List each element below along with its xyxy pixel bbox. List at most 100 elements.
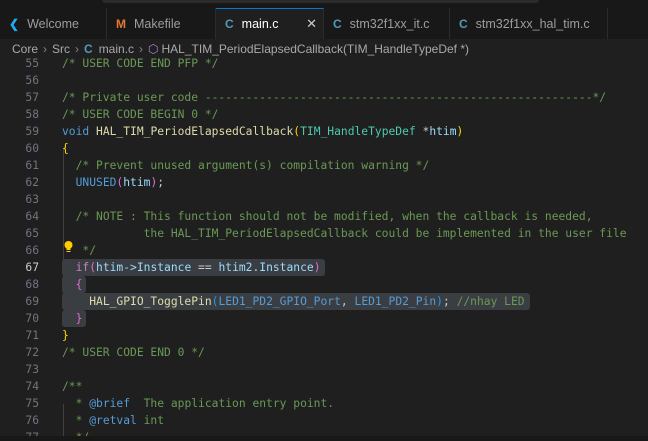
code-token: ( <box>89 261 97 274</box>
code-line[interactable]: 65 the HAL_TIM_PeriodElapsedCallback cou… <box>0 225 648 242</box>
code-editor[interactable]: 55 /* USER CODE END PFP */ 56 57 /* Private … <box>0 55 648 436</box>
line-number: 57 <box>25 91 39 104</box>
code-line[interactable]: 56 <box>0 72 648 89</box>
code-token: htim <box>429 125 457 138</box>
line-number: 55 <box>25 57 39 70</box>
code-line[interactable]: 74 /** <box>0 378 648 395</box>
code-line[interactable]: 67 if(htim->Instance == htim2.Instance) <box>0 259 648 276</box>
code-token: } <box>75 312 83 325</box>
code-line[interactable]: 62 UNUSED(htim); <box>0 174 648 191</box>
code-token: void <box>62 125 90 138</box>
code-line[interactable]: 63 <box>0 191 648 208</box>
tab-label: stm32f1xx_it.c <box>349 16 430 31</box>
code-token: The application entry point. <box>130 397 335 410</box>
code-line[interactable]: 70 } <box>0 310 648 327</box>
code-line[interactable]: 66 */ <box>0 242 648 259</box>
line-code: } <box>62 310 83 327</box>
code-token: HAL_GPIO_TogglePin <box>89 295 212 308</box>
breadcrumb-file[interactable]: main.c <box>99 42 134 56</box>
breadcrumb-src[interactable]: Src <box>52 42 70 56</box>
code-line[interactable]: 60 { <box>0 140 648 157</box>
line-number: 72 <box>25 346 39 359</box>
tab-label: stm32f1xx_hal_tim.c <box>475 16 590 31</box>
line-number: 76 <box>25 414 39 427</box>
code-line[interactable]: 68 { <box>0 276 648 293</box>
breadcrumb-symbol[interactable]: HAL_TIM_PeriodElapsedCallback(TIM_Handle… <box>162 42 469 56</box>
line-code: /* Prevent unused argument(s) compilatio… <box>62 157 430 174</box>
code-token: /* NOTE : This function should not be mo… <box>75 210 593 223</box>
code-token: ) <box>436 295 443 308</box>
tab-stm32f1xx-hal-tim-c[interactable]: Cstm32f1xx_hal_tim.c <box>450 8 608 39</box>
code-line[interactable]: 58 /* USER CODE BEGIN 0 */ <box>0 106 648 123</box>
code-token: , <box>340 295 355 308</box>
line-number: 71 <box>25 329 39 342</box>
code-token: if <box>75 261 90 274</box>
title-bar <box>0 0 648 8</box>
horizontal-scrollbar[interactable] <box>0 436 648 441</box>
line-number: 69 <box>25 295 39 308</box>
tab-label: main.c <box>241 17 279 31</box>
code-line[interactable]: 72 /* USER CODE END 0 */ <box>0 344 648 361</box>
line-number: 75 <box>25 397 39 410</box>
code-line[interactable]: 76 * @retval int <box>0 412 648 429</box>
tab-main-c[interactable]: Cmain.c ✕ <box>216 8 324 39</box>
line-code: UNUSED(htim); <box>62 174 164 191</box>
line-code: } <box>62 327 69 344</box>
code-token: /** <box>62 380 83 393</box>
code-line[interactable]: 71} <box>0 327 648 344</box>
code-line[interactable]: 57 /* Private user code -----------------… <box>0 89 648 106</box>
line-number: 77 <box>0 429 39 436</box>
line-number: 65 <box>25 227 39 240</box>
code-token: * <box>62 397 90 410</box>
code-line[interactable]: 69 HAL_GPIO_TogglePin(LED1_PD2_GPIO_Port… <box>0 293 648 310</box>
code-token: htim->Instance <box>96 261 192 274</box>
code-line[interactable]: 77 */ <box>0 429 648 436</box>
tab-welcome[interactable]: ❮ Welcome <box>0 8 107 39</box>
code-token: } <box>62 329 69 342</box>
close-icon[interactable]: ✕ <box>306 16 317 32</box>
tab-stm32f1xx-it-c[interactable]: Cstm32f1xx_it.c <box>324 8 450 39</box>
code-token: HAL_TIM_PeriodElapsedCallback <box>96 125 294 138</box>
line-number: 67 <box>25 261 39 274</box>
code-token: LED1_PD2_Pin <box>354 295 437 308</box>
code-token: * <box>62 414 90 427</box>
line-code: the HAL_TIM_PeriodElapsedCallback could … <box>62 225 627 242</box>
command-center[interactable] <box>102 0 539 3</box>
method-symbol-icon: ⬡ <box>148 42 159 56</box>
line-number: 64 <box>25 210 39 223</box>
code-line[interactable]: 73 <box>0 361 648 378</box>
code-token: { <box>75 278 83 291</box>
line-number: 68 <box>25 278 39 291</box>
breadcrumb-core[interactable]: Core <box>12 42 38 56</box>
code-line[interactable]: 75 * @brief The application entry point. <box>0 395 648 412</box>
tab-makefile[interactable]: M Makefile <box>107 8 216 39</box>
line-number: 66 <box>25 244 39 257</box>
code-token: /* USER CODE END PFP */ <box>62 57 219 70</box>
code-token: ; <box>442 295 457 308</box>
line-number: 56 <box>25 74 39 87</box>
line-number: 58 <box>25 108 39 121</box>
code-token: LED1_PD2_GPIO_Port <box>218 295 341 308</box>
editor-tabs: ❮ Welcome M Makefile Cmain.c ✕ Cstm32f1xx_i… <box>0 8 648 39</box>
code-line[interactable]: 61 /* Prevent unused argument(s) compila… <box>0 157 648 174</box>
vscode-icon: ❮ <box>9 16 20 31</box>
code-line[interactable]: 64 /* NOTE : This function should not be… <box>0 208 648 225</box>
code-token: /* Prevent unused argument(s) compilatio… <box>75 159 430 172</box>
line-code: * @retval int <box>62 412 164 429</box>
code-token: htim2.Instance <box>218 261 314 274</box>
line-number: 74 <box>25 380 39 393</box>
code-token: ; <box>157 176 165 189</box>
line-code: /* Private user code -------------------… <box>62 89 606 106</box>
makefile-icon: M <box>116 16 126 31</box>
line-code: void HAL_TIM_PeriodElapsedCallback(TIM_H… <box>62 123 463 140</box>
chevron-right-icon: › <box>43 42 48 56</box>
code-line[interactable]: 59 void HAL_TIM_PeriodElapsedCallback(TIM… <box>0 123 648 140</box>
code-line[interactable]: 55 /* USER CODE END PFP */ <box>0 55 648 72</box>
